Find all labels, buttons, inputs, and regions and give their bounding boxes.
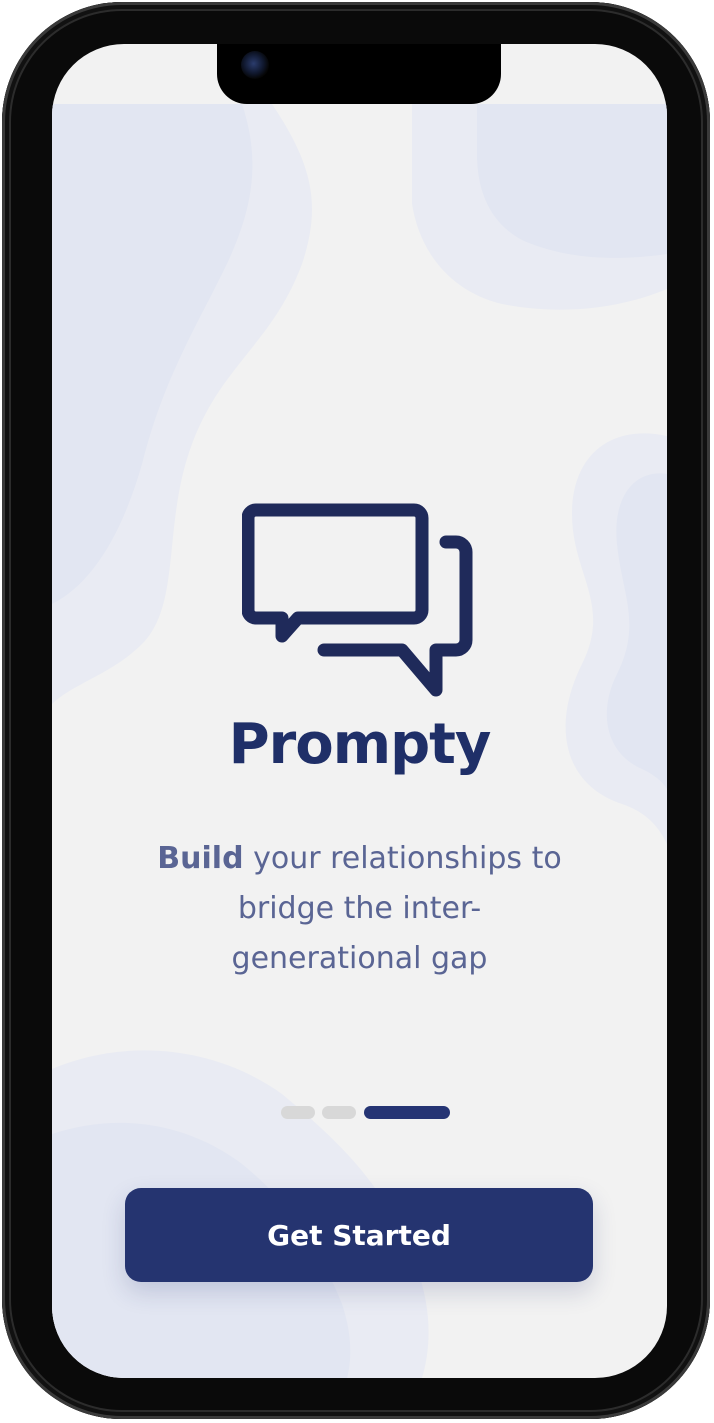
page-dot-3-active[interactable]: [364, 1106, 450, 1119]
tagline-line2: bridge the inter-: [237, 891, 482, 926]
tagline-bold-word: Build: [157, 841, 244, 876]
page-dot-2[interactable]: [322, 1106, 356, 1119]
phone-device: Prompty Build your relationships to brid…: [0, 0, 714, 1423]
app-title: Prompty: [228, 712, 492, 777]
background-blobs: [52, 104, 667, 1378]
get-started-button[interactable]: Get Started: [125, 1188, 593, 1282]
chat-bubbles-icon: [242, 503, 473, 697]
onboarding-screen: Prompty Build your relationships to brid…: [52, 44, 667, 1378]
device-notch: [217, 44, 501, 104]
tagline-line3: generational gap: [231, 941, 488, 976]
front-camera: [241, 51, 269, 79]
tagline: Build your relationships to bridge the i…: [112, 834, 607, 984]
page-dot-1[interactable]: [281, 1106, 315, 1119]
tagline-line1: your relationships to: [243, 841, 562, 876]
get-started-label: Get Started: [267, 1218, 451, 1252]
